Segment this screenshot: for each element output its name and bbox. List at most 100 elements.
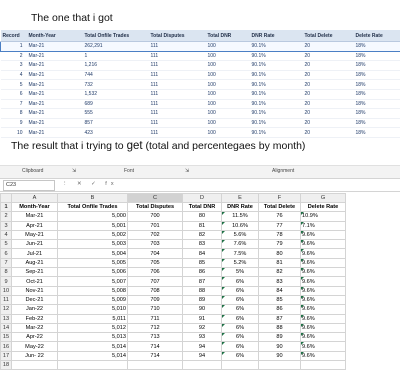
sheet-cell[interactable]: 82 bbox=[259, 268, 301, 277]
clipboard-launcher-icon[interactable]: ⇲ bbox=[72, 168, 76, 174]
sheet-cell[interactable]: 10.9% bbox=[301, 212, 346, 221]
sheet-header-cell[interactable]: DNR Rate bbox=[222, 203, 259, 212]
column-header-f[interactable]: F bbox=[259, 194, 301, 203]
result-grid-cell[interactable]: 111 bbox=[149, 51, 206, 61]
sheet-cell[interactable]: 87 bbox=[259, 314, 301, 323]
sheet-cell[interactable]: 91 bbox=[183, 314, 222, 323]
ribbon-clipboard-group[interactable]: Clipboard bbox=[22, 168, 43, 174]
sheet-cell[interactable]: 9.6% bbox=[301, 240, 346, 249]
result-grid-record-number[interactable]: 5 bbox=[1, 80, 27, 90]
result-grid-cell[interactable]: 1 bbox=[83, 51, 149, 61]
sheet-cell[interactable]: 9.6% bbox=[301, 230, 346, 239]
result-grid-row[interactable]: 1Mar-21262,29111110090.1%2018% bbox=[1, 42, 400, 52]
sheet-cell[interactable]: 92 bbox=[183, 323, 222, 332]
result-grid-cell[interactable]: 90.1% bbox=[250, 51, 303, 61]
sheet-cell[interactable]: 9.6% bbox=[301, 268, 346, 277]
result-grid-cell[interactable]: 111 bbox=[149, 128, 206, 138]
sheet-cell[interactable]: 89 bbox=[259, 333, 301, 342]
sheet-cell[interactable]: 710 bbox=[128, 305, 183, 314]
sheet-cell[interactable]: 712 bbox=[128, 323, 183, 332]
row-header[interactable]: 11 bbox=[1, 295, 12, 304]
sheet-cell[interactable]: 9.6% bbox=[301, 277, 346, 286]
sheet-cell[interactable]: 707 bbox=[128, 277, 183, 286]
result-grid-cell[interactable]: 90.1% bbox=[250, 89, 303, 99]
sheet-header-cell[interactable]: Total Onfile Trades bbox=[58, 203, 128, 212]
row-header[interactable]: 6 bbox=[1, 249, 12, 258]
result-grid-cell[interactable]: 90.1% bbox=[250, 70, 303, 80]
sheet-cell[interactable]: 5,010 bbox=[58, 305, 128, 314]
row-header[interactable]: 13 bbox=[1, 314, 12, 323]
result-grid-column-header[interactable]: Total Onfile Trades bbox=[83, 30, 149, 42]
result-grid-column-header[interactable]: Delete Rate bbox=[354, 30, 400, 42]
sheet-cell-empty[interactable] bbox=[301, 361, 346, 370]
row-header[interactable]: 5 bbox=[1, 240, 12, 249]
row-header[interactable]: 10 bbox=[1, 286, 12, 295]
sheet-cell[interactable]: 88 bbox=[183, 286, 222, 295]
sheet-cell[interactable]: 5,013 bbox=[58, 333, 128, 342]
sheet-cell[interactable]: 703 bbox=[128, 240, 183, 249]
column-header-b[interactable]: B bbox=[58, 194, 128, 203]
sheet-cell-empty[interactable] bbox=[128, 361, 183, 370]
column-header-a[interactable]: A bbox=[12, 194, 58, 203]
sheet-cell[interactable]: Jun- 22 bbox=[12, 351, 58, 360]
result-grid-cell[interactable]: 111 bbox=[149, 80, 206, 90]
sheet-cell[interactable]: 80 bbox=[183, 212, 222, 221]
sheet-cell[interactable]: 6% bbox=[222, 305, 259, 314]
result-grid-row[interactable]: 8Mar-2155511110090.1%2018% bbox=[1, 109, 400, 119]
sheet-header-cell[interactable]: Total DNR bbox=[183, 203, 222, 212]
result-grid-cell[interactable]: 18% bbox=[354, 118, 400, 128]
result-grid-cell[interactable]: 18% bbox=[354, 70, 400, 80]
sheet-cell-empty[interactable] bbox=[12, 361, 58, 370]
sheet-cell[interactable]: 5.6% bbox=[222, 230, 259, 239]
sheet-cell[interactable]: 714 bbox=[128, 351, 183, 360]
column-header-e[interactable]: E bbox=[222, 194, 259, 203]
result-grid-cell[interactable]: Mar-21 bbox=[27, 51, 83, 61]
sheet-cell[interactable]: Jan-22 bbox=[12, 305, 58, 314]
sheet-header-cell[interactable]: Total Disputes bbox=[128, 203, 183, 212]
sheet-cell[interactable]: 5,002 bbox=[58, 230, 128, 239]
sheet-cell[interactable]: Apr-22 bbox=[12, 333, 58, 342]
result-grid-cell[interactable]: 111 bbox=[149, 118, 206, 128]
sheet-cell[interactable]: 6% bbox=[222, 286, 259, 295]
result-grid-cell[interactable]: 732 bbox=[83, 80, 149, 90]
result-grid-cell[interactable]: 111 bbox=[149, 99, 206, 109]
name-box[interactable]: C23 bbox=[3, 180, 55, 191]
sheet-header-cell[interactable]: Total Delete bbox=[259, 203, 301, 212]
sheet-cell[interactable]: 711 bbox=[128, 314, 183, 323]
sheet-cell[interactable]: 6% bbox=[222, 342, 259, 351]
result-grid-cell[interactable]: 100 bbox=[206, 118, 250, 128]
sheet-cell[interactable]: 78 bbox=[259, 230, 301, 239]
sheet-cell[interactable]: 9.6% bbox=[301, 286, 346, 295]
result-grid-cell[interactable]: 20 bbox=[303, 109, 354, 119]
result-grid-cell[interactable]: 20 bbox=[303, 42, 354, 52]
sheet-cell[interactable]: 6% bbox=[222, 323, 259, 332]
result-grid-row[interactable]: 7Mar-2168911110090.1%2018% bbox=[1, 99, 400, 109]
sheet-cell[interactable]: 5% bbox=[222, 268, 259, 277]
sheet-cell[interactable]: 94 bbox=[183, 351, 222, 360]
sheet-cell[interactable]: 5,012 bbox=[58, 323, 128, 332]
result-grid-column-header[interactable]: Total Delete bbox=[303, 30, 354, 42]
result-grid-cell[interactable]: 18% bbox=[354, 42, 400, 52]
sheet-cell[interactable]: 708 bbox=[128, 286, 183, 295]
sheet-cell[interactable]: 84 bbox=[259, 286, 301, 295]
sheet-cell[interactable]: 86 bbox=[259, 305, 301, 314]
sheet-cell[interactable]: 85 bbox=[183, 258, 222, 267]
result-grid-cell[interactable]: 90.1% bbox=[250, 61, 303, 71]
sheet-cell[interactable]: 94 bbox=[183, 342, 222, 351]
sheet-cell[interactable]: 6% bbox=[222, 277, 259, 286]
sheet-header-cell[interactable]: Delete Rate bbox=[301, 203, 346, 212]
ribbon-font-group[interactable]: Font bbox=[124, 168, 134, 174]
sheet-cell[interactable]: 714 bbox=[128, 342, 183, 351]
sheet-cell[interactable]: 5,009 bbox=[58, 295, 128, 304]
result-grid-record-number[interactable]: 6 bbox=[1, 89, 27, 99]
sheet-cell[interactable]: Mar-21 bbox=[12, 212, 58, 221]
sheet-cell[interactable]: May-22 bbox=[12, 342, 58, 351]
result-grid-cell[interactable]: Mar-21 bbox=[27, 61, 83, 71]
row-header[interactable]: 14 bbox=[1, 323, 12, 332]
sheet-cell-empty[interactable] bbox=[222, 361, 259, 370]
sheet-cell[interactable]: 6% bbox=[222, 351, 259, 360]
result-grid-cell[interactable]: 100 bbox=[206, 42, 250, 52]
sheet-cell[interactable]: 5,014 bbox=[58, 342, 128, 351]
sheet-cell[interactable]: Jul-21 bbox=[12, 249, 58, 258]
sheet-cell[interactable]: 80 bbox=[259, 249, 301, 258]
